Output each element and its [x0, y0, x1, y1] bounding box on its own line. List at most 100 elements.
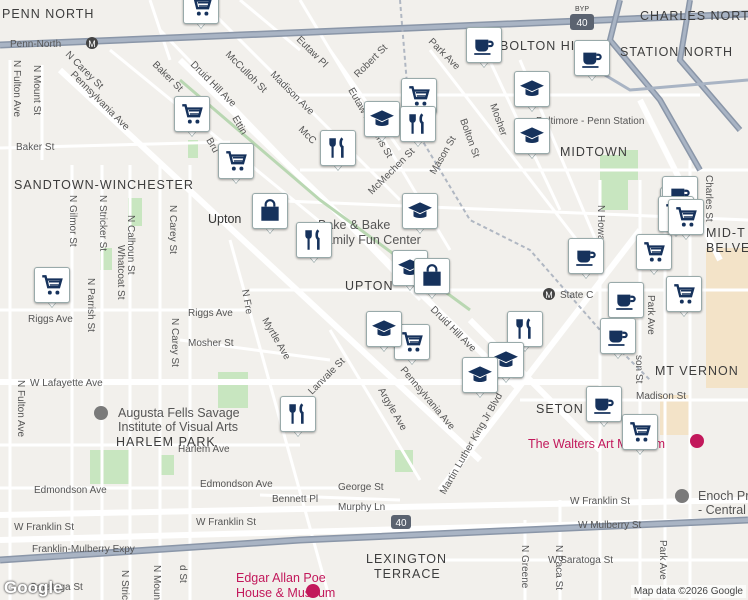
label-mlk-blvd: Martin Luther King Jr Blvd — [438, 391, 505, 496]
label-park-ave-s: Park Ave — [657, 540, 668, 580]
svg-text:40: 40 — [395, 518, 407, 529]
label-whatcoat-st: Whatcoat St — [115, 245, 126, 300]
restaurant-icon — [400, 106, 436, 142]
poi-augusta-label-2[interactable]: Institute of Visual Arts — [118, 420, 238, 434]
label-franklin-mulberry-expy: Franklin-Mulberry Expy — [32, 544, 135, 555]
coffee-icon — [608, 282, 644, 318]
education-marker[interactable] — [364, 101, 400, 145]
coffee-icon — [586, 386, 622, 422]
poi-enoch-label[interactable]: Enoch Pratt — [698, 489, 748, 503]
coffee-icon — [600, 318, 636, 354]
label-n-fulton-ave: N Fulton Ave — [15, 380, 26, 438]
label-upton: UPTON — [345, 279, 394, 293]
label-george-st: George St — [338, 482, 384, 493]
coffee-icon — [574, 40, 610, 76]
svg-text:BYP: BYP — [575, 6, 589, 13]
metro-icon-letter: M — [88, 39, 96, 49]
label-n-strick: N Strick — [119, 570, 130, 600]
education-marker[interactable] — [514, 118, 550, 162]
label-n-mount-st-s: N Mount St — [151, 565, 162, 600]
coffee-icon — [466, 27, 502, 63]
restaurant-icon — [320, 130, 356, 166]
shopping-icon — [252, 193, 288, 229]
grocery-marker[interactable] — [174, 96, 210, 140]
label-baker-st-w: Baker St — [16, 142, 55, 153]
education-icon — [364, 101, 400, 137]
label-charles-north: CHARLES NORTH — [640, 9, 748, 23]
coffee-marker[interactable] — [466, 27, 502, 71]
restaurant-icon — [280, 396, 316, 432]
label-mosher: Mosher — [487, 102, 509, 138]
education-marker[interactable] — [366, 311, 402, 355]
label-n-carey-st: N Carey St — [167, 205, 178, 254]
label-w-franklin-st: W Franklin St — [14, 522, 74, 533]
label-robert-st: Robert St — [352, 42, 390, 80]
grocery-icon — [183, 0, 219, 24]
restaurant-marker[interactable] — [280, 396, 316, 440]
label-penn-station: Baltimore - Penn Station — [536, 116, 644, 127]
label-n-greene: N Greene — [519, 545, 530, 589]
label-madison-st: Madison St — [636, 391, 686, 402]
label-w-franklin-st-2: W Franklin St — [196, 517, 256, 528]
education-marker[interactable] — [402, 193, 438, 237]
label-druid-hill-ave-2: Druid Hill Ave — [428, 304, 478, 354]
label-nd-st: d St — [177, 565, 188, 583]
education-icon — [402, 193, 438, 229]
label-n-paca-st: N Paca St — [553, 545, 564, 590]
label-mosher-st: Mosher St — [188, 338, 234, 349]
label-mcculloh-st: McCulloh St — [223, 49, 269, 95]
label-harlem-ave: Harlem Ave — [178, 444, 230, 455]
education-icon — [462, 357, 498, 393]
school-icon — [94, 406, 108, 420]
coffee-marker[interactable] — [600, 318, 636, 362]
grocery-marker[interactable] — [183, 0, 219, 32]
label-riggs-ave: Riggs Ave — [28, 314, 73, 325]
label-mid-town: MID-T — [706, 226, 746, 240]
education-icon — [366, 311, 402, 347]
google-logo: Google — [4, 578, 63, 597]
label-charles-st: Charles St — [703, 175, 714, 222]
label-park-ave-r: Park Ave — [645, 295, 656, 335]
grocery-marker[interactable] — [636, 234, 672, 278]
label-lanvale-st: Lanvale St — [306, 356, 347, 397]
highway-shield-40-top: 40 BYP — [570, 6, 594, 30]
label-myrtle-ave: Myrtle Ave — [259, 316, 292, 362]
grocery-marker[interactable] — [34, 267, 70, 311]
coffee-marker[interactable] — [586, 386, 622, 430]
grocery-marker[interactable] — [218, 143, 254, 187]
label-sandtown: SANDTOWN-WINCHESTER — [14, 178, 194, 192]
label-mcc: McC — [296, 124, 318, 146]
grocery-icon — [666, 276, 702, 312]
education-marker[interactable] — [462, 357, 498, 401]
map-attribution[interactable]: Map data ©2026 Google — [630, 585, 746, 598]
poi-edgar-label-1[interactable]: Edgar Allan Poe — [236, 571, 326, 585]
restaurant-marker[interactable] — [320, 130, 356, 174]
label-bennett-pl: Bennett Pl — [272, 494, 318, 505]
grocery-marker[interactable] — [622, 414, 658, 458]
label-penn-north: PENN NORTH — [2, 7, 94, 21]
label-midtown: MIDTOWN — [560, 145, 628, 159]
poi-edgar-label-2[interactable]: House & Museum — [236, 586, 335, 600]
label-w-franklin-st-3: W Franklin St — [570, 496, 630, 507]
label-w-mulberry-st: W Mulberry St — [578, 520, 642, 531]
coffee-marker[interactable] — [568, 238, 604, 282]
poi-augusta-label-1[interactable]: Augusta Fells Savage — [118, 406, 240, 420]
education-marker[interactable] — [514, 71, 550, 115]
label-riggs-ave-2: Riggs Ave — [188, 308, 233, 319]
label-lexington: LEXINGTON — [366, 552, 447, 566]
shopping-marker[interactable] — [414, 258, 450, 302]
label-terrace: TERRACE — [374, 567, 441, 581]
shopping-marker[interactable] — [252, 193, 288, 237]
label-bolton-st: Bolton St — [457, 117, 481, 159]
metro-icon-letter-2: M — [545, 290, 553, 300]
shopping-icon — [414, 258, 450, 294]
grocery-marker[interactable] — [668, 199, 704, 243]
poi-enoch-label-2[interactable]: - Central — [698, 503, 746, 517]
coffee-marker[interactable] — [574, 40, 610, 84]
label-state-center: State C — [560, 290, 593, 301]
poi-upton-label[interactable]: Upton — [208, 212, 241, 226]
highway-shield-40-bottom: 40 — [391, 515, 411, 529]
restaurant-marker[interactable] — [296, 222, 332, 266]
restaurant-marker[interactable] — [400, 106, 436, 150]
grocery-marker[interactable] — [666, 276, 702, 320]
